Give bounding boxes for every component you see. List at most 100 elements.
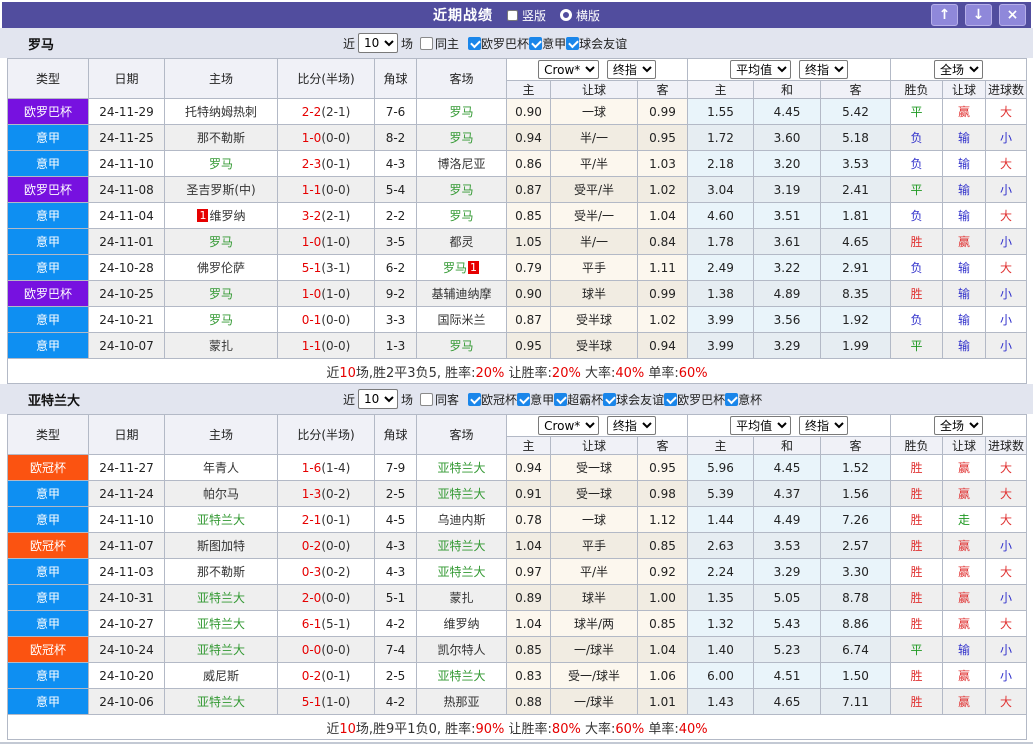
avg-draw: 4.37: [753, 480, 822, 507]
col-header-avg-home: 主: [687, 436, 755, 455]
team-name: 亚特兰大: [437, 565, 486, 579]
avg-home: 1.55: [687, 98, 755, 125]
odds-home: 0.87: [506, 306, 551, 333]
avg-draw: 4.45: [753, 98, 822, 125]
odds-away: 0.92: [636, 558, 689, 585]
move-up-button[interactable]: ↑: [931, 4, 958, 26]
checkbox-icon[interactable]: [725, 392, 739, 406]
avg-group-header: 平均值 终指: [687, 58, 892, 81]
match-count-select[interactable]: 10: [358, 33, 399, 53]
avg-time-select[interactable]: 终指: [798, 60, 848, 79]
checkbox-icon[interactable]: [529, 36, 543, 50]
close-icon: ×: [1006, 7, 1019, 23]
table-row: 意甲 24-10-21 罗马 0-1(0-0) 3-3 国际米兰 0.87 受半球 1.02 3.…: [7, 306, 1028, 333]
result-handicap: 赢: [942, 584, 987, 611]
team-name: 帕尔马: [202, 487, 239, 501]
odds-away: 1.03: [636, 150, 689, 177]
match-score: 0-0(0-0): [277, 636, 375, 663]
checkbox-icon[interactable]: [468, 36, 482, 50]
odds-source-select[interactable]: Crow*: [538, 416, 600, 435]
checkbox-icon[interactable]: [664, 392, 678, 406]
fulltime-score: 1-0: [301, 234, 322, 249]
odds-home: 0.95: [506, 332, 551, 359]
match-count-select[interactable]: 10: [358, 389, 399, 409]
team-name: 圣吉罗斯(中): [186, 183, 256, 197]
close-button[interactable]: ×: [999, 4, 1026, 26]
league-filter[interactable]: 欧罗巴杯: [664, 391, 725, 408]
avg-draw: 3.51: [753, 202, 822, 229]
move-down-button[interactable]: ↓: [965, 4, 992, 26]
league-badge: 意甲: [7, 688, 89, 715]
checkbox-icon[interactable]: [554, 392, 568, 406]
home-team: 罗马: [164, 150, 278, 177]
corner-score: 6-2: [374, 254, 417, 281]
arrow-down-icon: ↓: [972, 7, 985, 23]
avg-time-select[interactable]: 终指: [798, 416, 848, 435]
result-winlose: 负: [890, 254, 944, 281]
avg-draw: 3.53: [753, 532, 822, 559]
scope-select[interactable]: 全场: [934, 60, 984, 79]
table-row: 欧罗巴杯 24-11-08 圣吉罗斯(中) 1-1(0-0) 5-4 罗马 0.87 受平/半…: [7, 176, 1028, 203]
fulltime-score: 1-1: [301, 338, 322, 353]
odds-source-select[interactable]: Crow*: [538, 60, 600, 79]
same-venue-filter[interactable]: 同主: [420, 35, 459, 52]
avg-home: 1.35: [687, 584, 755, 611]
league-filter[interactable]: 欧冠杯: [468, 391, 517, 408]
layout-radio-vertical[interactable]: 竖版: [506, 7, 546, 24]
match-date: 24-11-25: [88, 124, 165, 151]
league-filter[interactable]: 球会友谊: [566, 35, 627, 52]
halftime-score: (0-1): [321, 668, 351, 683]
col-header-odds-away: 客: [636, 80, 689, 99]
avg-away: 1.81: [820, 202, 892, 229]
home-team: 罗马: [164, 280, 278, 307]
checkbox-icon[interactable]: [603, 392, 617, 406]
radio-vertical-label: 竖版: [521, 8, 546, 23]
checkbox-icon[interactable]: [420, 36, 434, 50]
avg-draw: 5.05: [753, 584, 822, 611]
corner-score: 4-2: [374, 610, 417, 637]
scope-select[interactable]: 全场: [934, 416, 984, 435]
result-handicap: 输: [942, 306, 987, 333]
checkbox-icon[interactable]: [566, 36, 580, 50]
halftime-score: (0-0): [321, 642, 351, 657]
avg-type-select[interactable]: 平均值: [730, 60, 792, 79]
checkbox-icon[interactable]: [468, 392, 482, 406]
league-filter-label: 欧罗巴杯: [677, 392, 726, 407]
table-row: 意甲 24-10-31 亚特兰大 2-0(0-0) 5-1 蒙扎 0.89 球半 1.00 1.3…: [7, 584, 1028, 611]
team-name: 基辅迪纳摩: [431, 287, 492, 301]
fulltime-score: 1-0: [301, 130, 322, 145]
checkbox-icon[interactable]: [420, 392, 434, 406]
same-venue-filter[interactable]: 同客: [420, 391, 459, 408]
odds-time-select[interactable]: 终指: [606, 60, 656, 79]
league-filter-label: 意甲: [530, 392, 555, 407]
avg-type-select[interactable]: 平均值: [730, 416, 792, 435]
odds-time-select[interactable]: 终指: [606, 416, 656, 435]
league-filter[interactable]: 超霸杯: [554, 391, 603, 408]
odds-home: 0.78: [506, 506, 551, 533]
odds-group-header: Crow* 终指: [505, 58, 689, 81]
match-score: 2-3(0-1): [277, 150, 375, 177]
result-winlose: 平: [890, 636, 944, 663]
league-filter[interactable]: 意甲: [529, 35, 566, 52]
team-name-heading: 罗马: [28, 37, 55, 53]
halftime-score: (0-1): [321, 512, 351, 527]
layout-radio-horizontal[interactable]: 横版: [560, 7, 600, 24]
result-handicap: 输: [942, 150, 987, 177]
table-row: 意甲 24-11-10 亚特兰大 2-1(0-1) 4-5 乌迪内斯 0.78 一球 1.12 1…: [7, 506, 1028, 533]
team-name: 亚特兰大: [196, 695, 245, 709]
checkbox-icon[interactable]: [517, 392, 531, 406]
match-date: 24-11-07: [88, 532, 165, 559]
league-filter[interactable]: 球会友谊: [603, 391, 664, 408]
avg-away: 3.53: [820, 150, 892, 177]
league-filter[interactable]: 欧罗巴杯: [468, 35, 529, 52]
result-goals: 小: [985, 280, 1028, 307]
same-venue-label: 同客: [435, 392, 460, 407]
scope-group-header: 全场: [890, 58, 1028, 81]
league-filter[interactable]: 意甲: [517, 391, 554, 408]
avg-away: 2.41: [820, 176, 892, 203]
match-date: 24-10-27: [88, 610, 165, 637]
home-team: 亚特兰大: [164, 584, 278, 611]
avg-home: 2.18: [687, 150, 755, 177]
team-name: 都灵: [449, 235, 474, 249]
league-filter[interactable]: 意杯: [725, 391, 762, 408]
